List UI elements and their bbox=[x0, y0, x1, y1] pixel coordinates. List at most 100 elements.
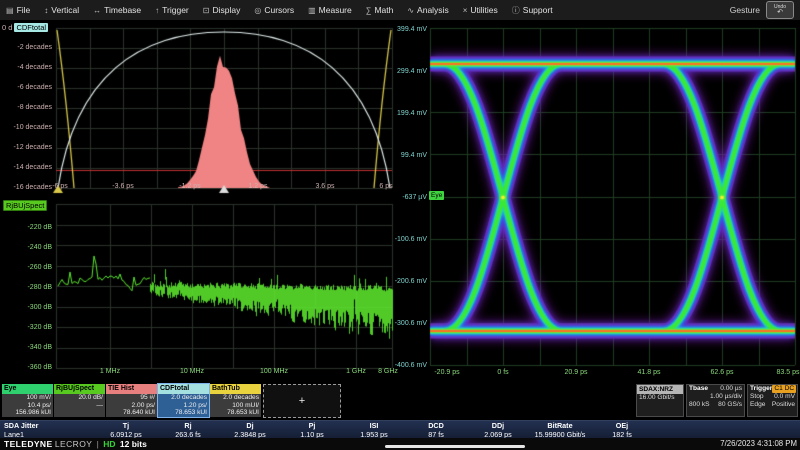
descriptor-line: 2.0 decades bbox=[158, 394, 209, 402]
menu-item-display[interactable]: ⊡Display bbox=[203, 5, 241, 15]
brand-logo: TELEDYNE LECROY | HD 12 bits bbox=[4, 439, 147, 449]
descriptor-title: RjBUjSpect bbox=[54, 384, 105, 394]
measure-icon: ▥ bbox=[308, 6, 316, 15]
menu-item-label: Timebase bbox=[104, 5, 141, 15]
axis-tick-label: -400.6 mV bbox=[381, 362, 427, 370]
descriptor-line: 20.0 dB/ bbox=[54, 394, 105, 402]
scrollbar-thumb[interactable] bbox=[385, 445, 525, 448]
descriptor-title: CDFtotal bbox=[158, 384, 209, 394]
menu-item-label: Analysis bbox=[417, 5, 449, 15]
timebase-icon: ↔ bbox=[93, 6, 101, 15]
axis-tick-label: -12 decades bbox=[0, 144, 52, 152]
trigger-mode: Stop bbox=[750, 393, 764, 401]
timebase-offset: 0.00 µs bbox=[720, 385, 742, 393]
axis-tick-label: 100 MHz bbox=[260, 367, 288, 376]
descriptor-line: 10.4 ps/ bbox=[2, 402, 53, 410]
table-title: SDA Jitter bbox=[0, 421, 95, 430]
trigger-type: Edge bbox=[750, 401, 765, 409]
axis-tick-label: -240 dB bbox=[0, 244, 52, 252]
axis-tick-label: -280 dB bbox=[0, 284, 52, 292]
undo-icon: ↶ bbox=[777, 9, 783, 16]
add-trace-button[interactable]: + bbox=[263, 384, 341, 418]
descriptor-rjbujspect[interactable]: RjBUjSpect 20.0 dB/ — bbox=[54, 384, 105, 417]
utilities-icon: × bbox=[463, 6, 468, 15]
rjbujspect-trace-badge[interactable]: RjBUjSpect bbox=[3, 200, 47, 211]
trigger-level: 0.0 mV bbox=[774, 393, 795, 401]
descriptor-title: TIE Hist bbox=[106, 384, 157, 394]
axis-tick-label: -100.6 mV bbox=[381, 236, 427, 244]
math-icon: ∑ bbox=[366, 6, 372, 15]
axis-tick-label: 1 GHz bbox=[346, 367, 366, 376]
jitter-spectrum-plot[interactable] bbox=[0, 198, 396, 374]
descriptor-line: 2.0 decades bbox=[210, 394, 261, 402]
trigger-box[interactable]: TriggerC1 DC Stop0.0 mV EdgePositive bbox=[747, 384, 798, 417]
axis-tick-label: -20.9 ps bbox=[434, 368, 459, 377]
menu-bar: ▤File ↕Vertical ↔Timebase ↑Trigger ⊡Disp… bbox=[0, 0, 800, 20]
sdax-title: SDAX:NRZ bbox=[637, 385, 683, 394]
descriptor-line: 1.20 ps/ bbox=[158, 402, 209, 410]
axis-tick-label: 199.4 mV bbox=[381, 110, 427, 118]
axis-tick-label: -260 dB bbox=[0, 264, 52, 272]
descriptor-line: — bbox=[54, 402, 105, 410]
menu-item-utilities[interactable]: ×Utilities bbox=[463, 5, 498, 15]
axis-tick-label: -6 decades bbox=[0, 84, 52, 92]
axis-tick-label: -300.6 mV bbox=[381, 320, 427, 328]
menu-item-support[interactable]: ⓘSupport bbox=[512, 5, 553, 16]
axis-tick-label: 6 ps bbox=[379, 182, 392, 191]
menu-item-analysis[interactable]: ∿Analysis bbox=[407, 5, 448, 15]
file-icon: ▤ bbox=[6, 6, 14, 15]
menu-item-label: Vertical bbox=[51, 5, 79, 15]
brand-lecroy: LECROY bbox=[55, 439, 92, 449]
axis-tick-label: 3.6 ps bbox=[315, 182, 334, 191]
timebase-box[interactable]: Tbase0.00 µs 1.00 µs/div 800 kS80 GS/s bbox=[686, 384, 745, 417]
menu-item-label: Display bbox=[212, 5, 240, 15]
axis-tick-label: -1.2 ps bbox=[179, 182, 200, 191]
oscilloscope-screen: ▤File ↕Vertical ↔Timebase ↑Trigger ⊡Disp… bbox=[0, 0, 800, 450]
axis-tick-label: -14 decades bbox=[0, 164, 52, 172]
menu-item-label: Cursors bbox=[264, 5, 294, 15]
descriptor-bathtub[interactable]: BathTub 2.0 decades 100 mUI/ 78.653 kUI bbox=[210, 384, 261, 417]
menu-item-label: Utilities bbox=[470, 5, 497, 15]
menu-item-trigger[interactable]: ↑Trigger bbox=[155, 5, 189, 15]
bathtub-corner: 0 d CDFtotal bbox=[2, 23, 48, 32]
sdax-box[interactable]: SDAX:NRZ 16.00 Gbit/s bbox=[636, 384, 684, 417]
axis-tick-label: -10 decades bbox=[0, 124, 52, 132]
gesture-label[interactable]: Gesture bbox=[730, 5, 760, 15]
axis-tick-label: 41.8 ps bbox=[638, 368, 661, 377]
undo-button[interactable]: Undo ↶ bbox=[766, 1, 794, 19]
descriptor-title: Eye bbox=[2, 384, 53, 394]
column-header-rj: Rj bbox=[157, 421, 219, 430]
axis-tick-label: 99.4 mV bbox=[381, 152, 427, 160]
axis-tick-label: 1.2 ps bbox=[248, 182, 267, 191]
column-header-isi: ISI bbox=[343, 421, 405, 430]
axis-tick-label: -200.6 mV bbox=[381, 278, 427, 286]
descriptor-line: 2.00 ps/ bbox=[106, 402, 157, 410]
menu-item-vertical[interactable]: ↕Vertical bbox=[44, 5, 79, 15]
menu-item-label: Trigger bbox=[162, 5, 189, 15]
axis-tick-label: -4 decades bbox=[0, 64, 52, 72]
brand-separator: | bbox=[97, 439, 99, 449]
eye-trace-badge[interactable]: Eye bbox=[429, 191, 444, 200]
menu-item-math[interactable]: ∑Math bbox=[366, 5, 394, 15]
jitter-measurement-table: SDA Jitter Tj Rj Dj Pj ISI DCD DDj BitRa… bbox=[0, 420, 800, 439]
menu-item-measure[interactable]: ▥Measure bbox=[308, 5, 352, 15]
menu-item-timebase[interactable]: ↔Timebase bbox=[93, 5, 141, 15]
axis-tick-label: 299.4 mV bbox=[381, 68, 427, 76]
descriptor-eye[interactable]: Eye 100 mV/ 10.4 ps/ 156.986 kUI bbox=[2, 384, 53, 417]
bits-label: 12 bits bbox=[120, 439, 147, 449]
descriptor-cdftotal[interactable]: CDFtotal 2.0 decades 1.20 ps/ 78.653 kUI bbox=[158, 384, 209, 417]
cdftotal-trace-badge[interactable]: CDFtotal bbox=[14, 23, 48, 32]
trigger-source-badge: C1 DC bbox=[772, 385, 796, 393]
axis-tick-label: 1 MHz bbox=[100, 367, 120, 376]
menu-item-file[interactable]: ▤File bbox=[6, 5, 30, 15]
axis-tick-label: -3.6 ps bbox=[112, 182, 133, 191]
axis-tick-label: -16 decades bbox=[0, 184, 52, 192]
trigger-title: Trigger bbox=[750, 385, 772, 393]
bathtub-cdf-plot[interactable] bbox=[0, 20, 396, 196]
axis-tick-label: 20.9 ps bbox=[565, 368, 588, 377]
timebase-samples: 800 kS bbox=[689, 401, 710, 409]
analysis-icon: ∿ bbox=[407, 6, 414, 15]
plus-icon: + bbox=[299, 395, 305, 407]
menu-item-cursors[interactable]: ◎Cursors bbox=[254, 5, 294, 15]
descriptor-tie-hist[interactable]: TIE Hist 95 #/ 2.00 ps/ 78.640 kUI bbox=[106, 384, 157, 417]
